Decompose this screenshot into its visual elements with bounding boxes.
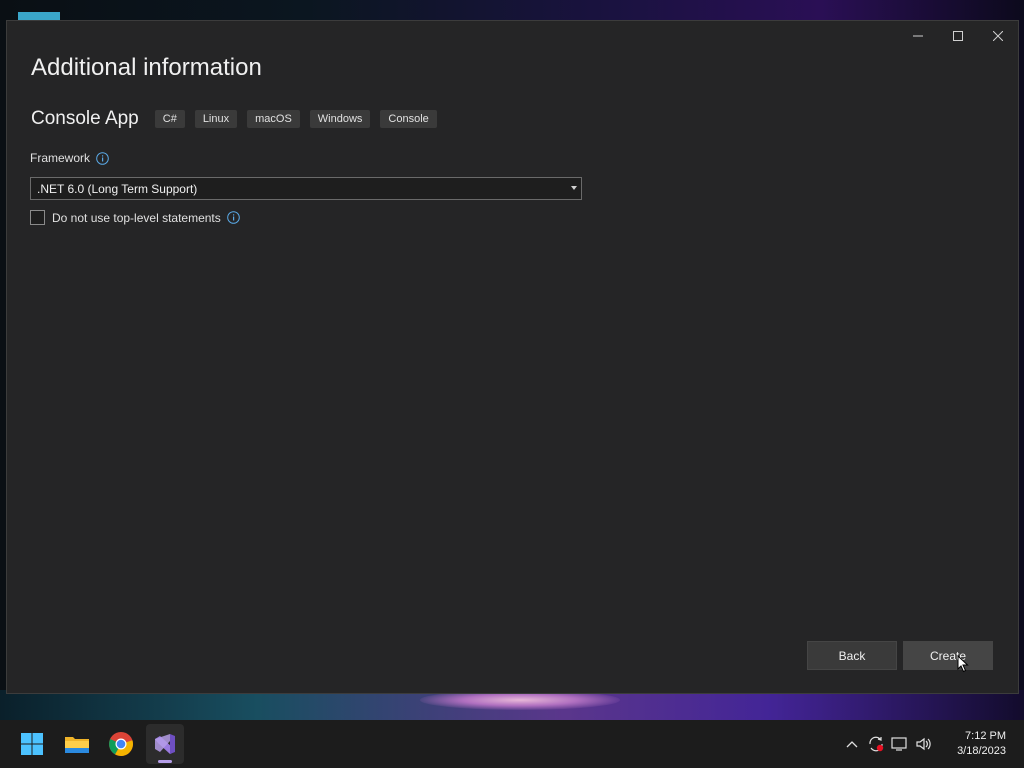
tag-windows: Windows (309, 110, 371, 128)
top-level-statements-row: Do not use top-level statements (30, 210, 240, 225)
taskbar-visual-studio[interactable] (146, 724, 184, 764)
maximize-icon (953, 31, 963, 41)
top-level-statements-checkbox[interactable] (30, 210, 45, 225)
taskbar-clock[interactable]: 7:12 PM 3/18/2023 (957, 729, 1006, 759)
template-summary: Console App C# Linux macOS Windows Conso… (31, 108, 447, 130)
windows-start-icon (21, 733, 43, 755)
active-app-indicator (158, 760, 172, 763)
framework-info-icon[interactable] (96, 151, 109, 165)
top-level-statements-label[interactable]: Do not use top-level statements (52, 211, 221, 225)
minimize-icon (913, 35, 923, 37)
chrome-icon (109, 732, 133, 756)
network-tray-button[interactable] (888, 720, 912, 768)
tag-macos: macOS (247, 110, 300, 128)
template-name: Console App (31, 108, 139, 129)
mouse-cursor-icon (957, 655, 969, 673)
system-tray (840, 720, 936, 768)
dropdown-arrow-icon (571, 186, 577, 190)
framework-label: Framework (30, 151, 91, 165)
network-icon (891, 737, 907, 751)
minimize-button[interactable] (898, 21, 938, 51)
taskbar-chrome[interactable] (102, 724, 140, 764)
chevron-up-icon (846, 741, 858, 748)
sync-tray-button[interactable] (864, 720, 888, 768)
window-controls (898, 21, 1018, 51)
volume-tray-button[interactable] (912, 720, 936, 768)
framework-label-row: Framework (30, 151, 109, 165)
volume-icon (916, 737, 931, 751)
tag-console: Console (380, 110, 437, 128)
show-hidden-icons-button[interactable] (840, 720, 864, 768)
close-icon (993, 31, 1003, 41)
framework-selected-value: .NET 6.0 (Long Term Support) (37, 181, 198, 196)
start-button[interactable] (13, 724, 51, 764)
maximize-button[interactable] (938, 21, 978, 51)
clock-date: 3/18/2023 (957, 745, 1006, 757)
taskbar-file-explorer[interactable] (58, 724, 96, 764)
sync-icon (869, 736, 884, 752)
visual-studio-icon (155, 734, 175, 754)
top-level-statements-info-icon[interactable] (226, 211, 240, 224)
tag-linux: Linux (194, 110, 238, 128)
file-explorer-icon (65, 737, 89, 753)
dialog-title: Additional information (31, 54, 262, 81)
additional-information-dialog: Additional information Console App C# Li… (6, 20, 1019, 694)
create-button[interactable]: Create (903, 641, 993, 670)
framework-select[interactable]: .NET 6.0 (Long Term Support) (30, 177, 582, 200)
tag-csharp: C# (154, 110, 185, 128)
close-button[interactable] (978, 21, 1018, 51)
clock-time: 7:12 PM (965, 730, 1006, 742)
back-button[interactable]: Back (807, 641, 897, 670)
